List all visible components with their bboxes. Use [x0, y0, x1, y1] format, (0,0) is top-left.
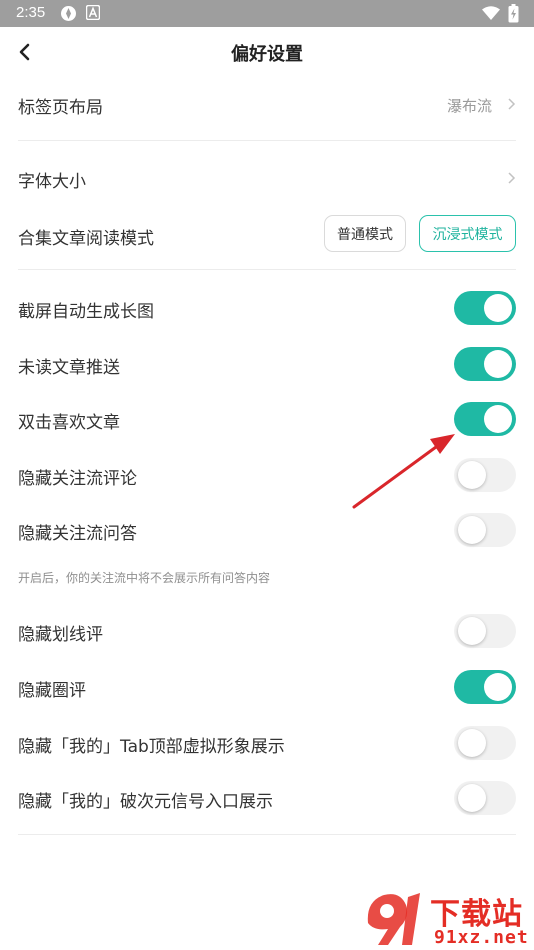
setting-label: 隐藏「我的」破次元信号入口展示: [18, 792, 273, 812]
normal-mode-button[interactable]: 普通模式: [324, 215, 406, 252]
setting-hide-avatar-display: 隐藏「我的」Tab顶部虚拟形象展示: [18, 723, 516, 763]
watermark-logo-icon: [367, 893, 420, 945]
watermark-domain: 91xz.net: [434, 927, 529, 948]
toggle-switch[interactable]: [454, 458, 516, 492]
setting-hide-underline-comments: 隐藏划线评: [18, 611, 516, 651]
divider: [18, 834, 516, 835]
setting-hide-feed-qa: 隐藏关注流问答: [18, 510, 516, 550]
qa-hint-text: 开启后，你的关注流中将不会展示所有问答内容: [18, 571, 271, 585]
setting-label: 未读文章推送: [18, 358, 120, 378]
toggle-knob: [484, 673, 512, 701]
wifi-icon: [482, 6, 500, 20]
setting-label: 标签页布局: [18, 98, 103, 118]
divider: [18, 269, 516, 270]
setting-label: 隐藏划线评: [18, 625, 103, 645]
toggle-knob: [458, 516, 486, 544]
toggle-switch[interactable]: [454, 291, 516, 325]
watermark: 下载站 91xz.net: [362, 885, 532, 950]
setting-unread-push: 未读文章推送: [18, 344, 516, 384]
toggle-knob: [484, 405, 512, 433]
header: 偏好设置: [0, 27, 534, 77]
setting-hide-feed-comments: 隐藏关注流评论: [18, 455, 516, 495]
setting-font-size[interactable]: 字体大小: [18, 158, 516, 198]
setting-label: 隐藏关注流评论: [18, 469, 137, 489]
setting-label: 字体大小: [18, 172, 86, 192]
setting-value: 瀑布流: [446, 97, 492, 115]
toggle-switch[interactable]: [454, 670, 516, 704]
toggle-knob: [458, 784, 486, 812]
setting-label: 截屏自动生成长图: [18, 302, 154, 322]
toggle-knob: [484, 350, 512, 378]
setting-hide-circle-comments: 隐藏圈评: [18, 667, 516, 707]
setting-label: 隐藏圈评: [18, 681, 86, 701]
toggle-knob: [458, 617, 486, 645]
toggle-knob: [458, 461, 486, 489]
setting-label: 双击喜欢文章: [18, 413, 120, 433]
app-notification-icon: [61, 6, 76, 21]
setting-label: 隐藏关注流问答: [18, 524, 137, 544]
setting-hide-signal-entry: 隐藏「我的」破次元信号入口展示: [18, 778, 516, 818]
toggle-switch[interactable]: [454, 402, 516, 436]
setting-tab-layout[interactable]: 标签页布局 瀑布流: [18, 84, 516, 124]
toggle-switch[interactable]: [454, 614, 516, 648]
chevron-right-icon: [508, 172, 516, 184]
toggle-switch[interactable]: [454, 726, 516, 760]
divider: [18, 140, 516, 141]
toggle-switch[interactable]: [454, 347, 516, 381]
setting-label: 合集文章阅读模式: [18, 229, 154, 249]
status-bar: 2:35: [0, 0, 534, 27]
status-time: 2:35: [16, 4, 46, 21]
setting-screenshot-long-image: 截屏自动生成长图: [18, 288, 516, 328]
setting-double-tap-like: 双击喜欢文章: [18, 399, 516, 439]
notification-a-icon: [86, 5, 100, 20]
setting-label: 隐藏「我的」Tab顶部虚拟形象展示: [18, 737, 285, 757]
battery-charging-icon: [508, 4, 519, 23]
toggle-knob: [458, 729, 486, 757]
toggle-switch[interactable]: [454, 513, 516, 547]
chevron-right-icon: [508, 98, 516, 110]
toggle-knob: [484, 294, 512, 322]
setting-collection-reading-mode: 合集文章阅读模式 普通模式 沉浸式模式: [18, 215, 516, 255]
toggle-switch[interactable]: [454, 781, 516, 815]
immersive-mode-button[interactable]: 沉浸式模式: [419, 215, 516, 252]
page-title: 偏好设置: [231, 44, 303, 65]
